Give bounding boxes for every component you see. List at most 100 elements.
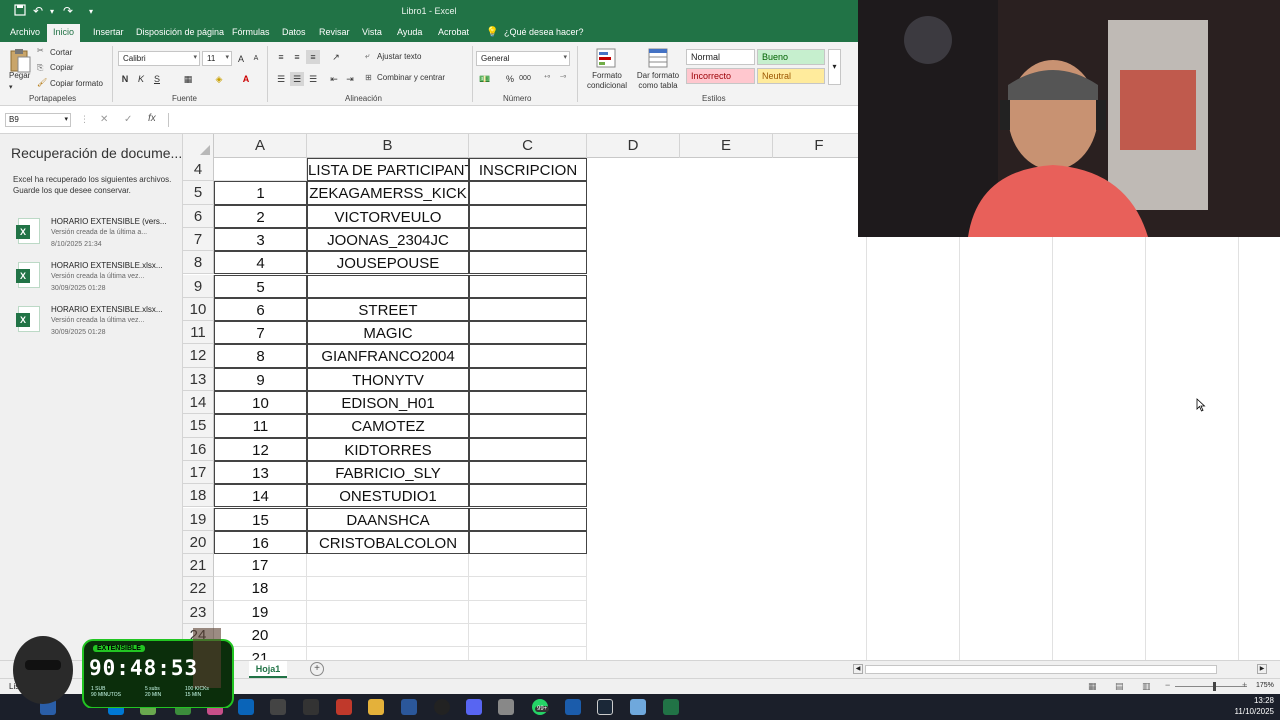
- paste-button[interactable]: Pegar: [9, 71, 30, 80]
- increase-decimal-icon[interactable]: ⁺⁰: [540, 72, 554, 86]
- thousands-button[interactable]: 000: [518, 72, 532, 86]
- cell-c[interactable]: [469, 344, 587, 368]
- font-color-icon[interactable]: A: [239, 72, 253, 86]
- cell-a[interactable]: 14: [214, 484, 307, 508]
- row-header[interactable]: 23: [183, 600, 214, 624]
- cell-c[interactable]: [469, 554, 587, 578]
- style-neutral[interactable]: Neutral: [757, 68, 825, 84]
- sheet-tab-hoja1[interactable]: Hoja1: [249, 661, 287, 678]
- cell-a[interactable]: 17: [214, 554, 307, 578]
- cell-a[interactable]: 5: [214, 274, 307, 298]
- cell-a[interactable]: [214, 158, 307, 182]
- cell-a[interactable]: 15: [214, 507, 307, 531]
- row-header[interactable]: 17: [183, 460, 214, 485]
- cell-b[interactable]: CRISTOBALCOLON: [307, 530, 469, 555]
- cell-a[interactable]: 9: [214, 367, 307, 391]
- column-header-f[interactable]: F: [773, 134, 866, 158]
- tab-vista[interactable]: Vista: [356, 24, 388, 42]
- row-header[interactable]: 13: [183, 367, 214, 391]
- bold-button[interactable]: N: [118, 72, 132, 86]
- cell-b[interactable]: EDISON_H01: [307, 391, 469, 415]
- zoom-level[interactable]: 175%: [1256, 682, 1274, 689]
- cell-c[interactable]: [469, 321, 587, 345]
- cell-c[interactable]: [469, 624, 587, 648]
- app-icon[interactable]: [434, 699, 450, 715]
- cell-c[interactable]: [469, 437, 587, 461]
- row-header[interactable]: 19: [183, 507, 214, 531]
- align-right-icon[interactable]: ☰: [306, 72, 320, 86]
- column-header-a[interactable]: A: [214, 134, 307, 158]
- cell-c[interactable]: [469, 251, 587, 275]
- scroll-right-icon[interactable]: ▶: [1257, 664, 1267, 674]
- row-header[interactable]: 11: [183, 321, 214, 345]
- row-header[interactable]: 16: [183, 437, 214, 461]
- add-sheet-button[interactable]: +: [310, 662, 324, 676]
- recovered-file-item[interactable]: X HORARIO EXTENSIBLE.xlsx... Versión cre…: [14, 260, 179, 300]
- tab-insertar[interactable]: Insertar: [87, 24, 130, 42]
- cancel-entry-icon[interactable]: ✕: [100, 114, 108, 125]
- format-as-table-icon[interactable]: [648, 48, 668, 68]
- cell-b[interactable]: [307, 554, 469, 578]
- style-bad[interactable]: Incorrecto: [686, 68, 755, 84]
- cell-c[interactable]: [469, 484, 587, 508]
- tab-archivo[interactable]: Archivo: [4, 24, 46, 42]
- excel-icon[interactable]: [663, 699, 679, 715]
- tab-ayuda[interactable]: Ayuda: [391, 24, 428, 42]
- cell-a[interactable]: 3: [214, 227, 307, 252]
- column-header-b[interactable]: B: [307, 134, 469, 158]
- cell-b[interactable]: CAMOTEZ: [307, 414, 469, 438]
- orientation-icon[interactable]: ↗: [329, 50, 343, 64]
- style-normal[interactable]: Normal: [686, 49, 755, 65]
- cell-c[interactable]: [469, 227, 587, 252]
- scroll-left-icon[interactable]: ◀: [853, 664, 863, 674]
- tab-disposicion[interactable]: Disposición de página: [130, 24, 230, 42]
- cell-b[interactable]: GIANFRANCO2004: [307, 344, 469, 368]
- row-header[interactable]: 9: [183, 274, 214, 298]
- cell-c[interactable]: [469, 530, 587, 555]
- tell-me-search[interactable]: ¿Qué desea hacer?: [498, 24, 590, 42]
- cell-c[interactable]: [469, 181, 587, 205]
- cell-b[interactable]: STREET: [307, 297, 469, 322]
- row-header[interactable]: 12: [183, 344, 214, 368]
- select-all-corner[interactable]: [183, 134, 214, 158]
- name-box[interactable]: B9 ▾: [5, 113, 71, 127]
- borders-icon[interactable]: ▦: [181, 72, 195, 86]
- zoom-out-icon[interactable]: −: [1165, 680, 1170, 690]
- zoom-slider-thumb[interactable]: [1213, 682, 1216, 691]
- cell-b[interactable]: [307, 274, 469, 298]
- tab-formulas[interactable]: Fórmulas: [226, 24, 276, 42]
- fill-color-icon[interactable]: ◈: [212, 72, 226, 86]
- italic-button[interactable]: K: [134, 72, 148, 86]
- column-header-c[interactable]: C: [469, 134, 587, 158]
- cell-a[interactable]: 12: [214, 437, 307, 461]
- page-layout-icon[interactable]: ▤: [1115, 681, 1124, 692]
- cut-button[interactable]: Cortar: [50, 48, 72, 57]
- horizontal-scrollbar[interactable]: [865, 665, 1217, 674]
- cell-b[interactable]: KIDTORRES: [307, 437, 469, 461]
- cell-b[interactable]: [307, 647, 469, 660]
- cell-a[interactable]: 1: [214, 181, 307, 205]
- page-break-icon[interactable]: ▥: [1142, 681, 1151, 692]
- cell-b[interactable]: [307, 577, 469, 601]
- cell-c[interactable]: [469, 414, 587, 438]
- row-header[interactable]: 7: [183, 227, 214, 252]
- row-header[interactable]: 10: [183, 297, 214, 322]
- steam-icon[interactable]: [597, 699, 613, 715]
- row-header[interactable]: 21: [183, 554, 214, 578]
- tab-revisar[interactable]: Revisar: [313, 24, 356, 42]
- percent-button[interactable]: %: [503, 72, 517, 86]
- decrease-indent-icon[interactable]: ⇤: [327, 72, 341, 86]
- format-as-table-button[interactable]: Dar formato como tabla: [633, 71, 683, 91]
- number-format-combo[interactable]: General ▾: [476, 51, 570, 66]
- app-icon[interactable]: [336, 699, 352, 715]
- cell-c[interactable]: [469, 600, 587, 624]
- cell-b[interactable]: JOONAS_2304JC: [307, 227, 469, 252]
- cell-c[interactable]: [469, 204, 587, 228]
- align-left-icon[interactable]: ☰: [274, 72, 288, 86]
- row-header[interactable]: 6: [183, 204, 214, 228]
- cell-a[interactable]: 7: [214, 321, 307, 345]
- conditional-format-button[interactable]: Formato condicional: [584, 71, 630, 91]
- align-bottom-icon[interactable]: ≡: [306, 50, 320, 64]
- cell-c[interactable]: [469, 507, 587, 531]
- folder-icon[interactable]: [368, 699, 384, 715]
